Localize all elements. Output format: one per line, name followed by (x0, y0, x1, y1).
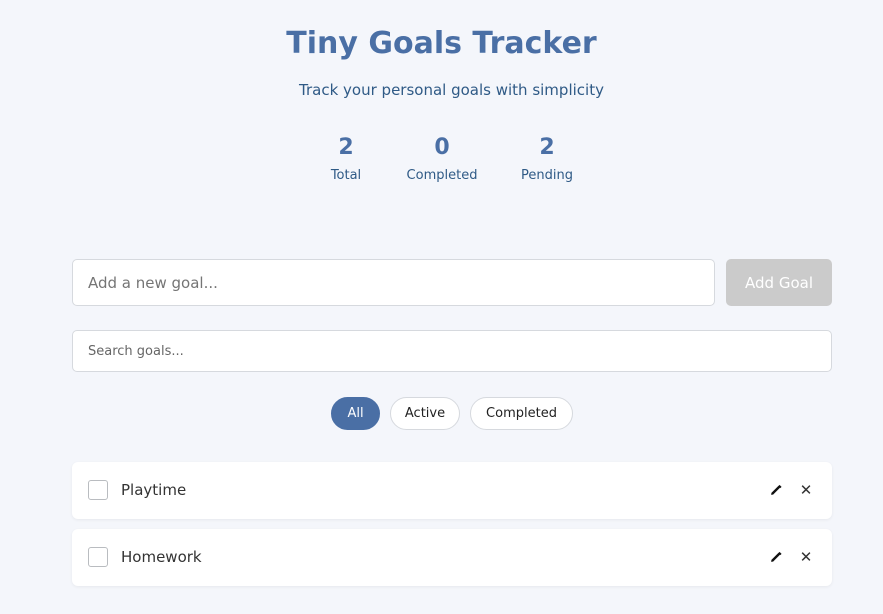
stat-completed-label: Completed (406, 168, 478, 183)
goal-checkbox[interactable] (88, 480, 108, 500)
close-icon[interactable]: ✕ (799, 482, 813, 498)
stat-total: 2 Total (296, 134, 396, 183)
close-icon[interactable]: ✕ (799, 549, 813, 565)
pencil-icon[interactable] (769, 483, 783, 497)
goal-list: Playtime ✕ Homework ✕ (72, 462, 832, 596)
goal-checkbox[interactable] (88, 547, 108, 567)
pencil-icon[interactable] (769, 550, 783, 564)
page-title: Tiny Goals Tracker (286, 26, 597, 61)
stat-total-label: Total (330, 168, 362, 183)
stat-pending-label: Pending (521, 168, 573, 183)
goals-tracker-page: Tiny Goals Tracker Track your personal g… (0, 0, 883, 614)
stat-pending: 2 Pending (497, 134, 597, 183)
add-goal-button[interactable]: Add Goal (726, 259, 832, 306)
goal-text: Playtime (121, 481, 187, 499)
filter-completed-button[interactable]: Completed (470, 397, 573, 430)
new-goal-input[interactable] (72, 259, 715, 306)
stat-total-value: 2 (338, 135, 354, 160)
goal-text: Homework (121, 548, 202, 566)
filter-active-button[interactable]: Active (390, 397, 460, 430)
goal-item: Playtime ✕ (72, 462, 832, 519)
stat-completed: 0 Completed (392, 134, 492, 183)
stat-pending-value: 2 (539, 135, 555, 160)
page-subtitle: Track your personal goals with simplicit… (299, 81, 604, 99)
filter-all-button[interactable]: All (331, 397, 380, 430)
goal-item: Homework ✕ (72, 529, 832, 586)
stat-completed-value: 0 (434, 135, 450, 160)
search-input[interactable] (72, 330, 832, 372)
